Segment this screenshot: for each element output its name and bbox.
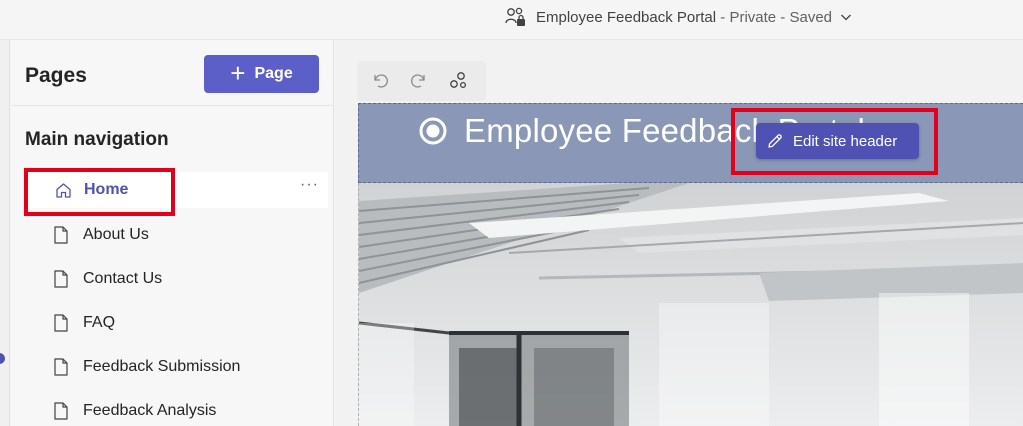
nav-item-faq[interactable]: FAQ xyxy=(25,305,328,341)
edit-site-header-label: Edit site header xyxy=(793,132,898,150)
nav-item-label: Feedback Submission xyxy=(83,358,241,375)
plus-icon: + xyxy=(230,58,246,88)
document-icon xyxy=(54,402,68,420)
nav-item-feedback-submission[interactable]: Feedback Submission xyxy=(25,349,328,385)
edit-toolbar xyxy=(357,61,486,101)
nav-item-label: About Us xyxy=(83,226,149,243)
undo-icon xyxy=(374,74,389,88)
site-name: Employee Feedback Portal xyxy=(536,8,717,26)
redo-button[interactable] xyxy=(407,69,431,93)
title-separator: - xyxy=(716,8,730,26)
title-separator-2: - xyxy=(776,8,790,26)
rail-indicator-dot[interactable] xyxy=(0,353,5,364)
save-status: Saved xyxy=(789,8,833,26)
office-photo xyxy=(359,183,1023,426)
pencil-icon xyxy=(768,134,782,148)
site-page-preview: Employee Feedback Portal Edit site heade… xyxy=(358,103,1023,426)
nav-item-contact-us[interactable]: Contact Us xyxy=(25,261,328,297)
site-logo-icon xyxy=(419,117,447,145)
edit-site-header-button[interactable]: Edit site header xyxy=(756,123,919,159)
nav-item-label: Home xyxy=(84,181,129,198)
pages-title: Pages xyxy=(25,64,87,87)
more-options-icon[interactable]: ··· xyxy=(300,176,319,194)
privacy-label: Private xyxy=(729,8,777,26)
nav-item-label: Feedback Analysis xyxy=(83,402,217,419)
add-page-label: Page xyxy=(254,65,293,82)
nav-item-home[interactable]: Home ··· xyxy=(25,172,328,208)
document-icon xyxy=(54,314,68,332)
nav-item-label: FAQ xyxy=(83,314,116,331)
people-lock-icon xyxy=(505,7,525,26)
main-navigation-heading: Main navigation xyxy=(25,129,169,150)
page-canvas: Employee Feedback Portal Edit site heade… xyxy=(335,40,1023,426)
chevron-down-icon[interactable] xyxy=(840,11,852,23)
undo-button[interactable] xyxy=(368,69,392,93)
home-icon xyxy=(56,182,71,198)
site-title-menu[interactable]: Employee Feedback Portal - Private - Sav… xyxy=(505,5,852,29)
add-page-button[interactable]: + Page xyxy=(204,55,319,93)
top-bar: Employee Feedback Portal - Private - Sav… xyxy=(0,0,1023,40)
left-rail xyxy=(0,40,10,426)
nav-item-feedback-analysis[interactable]: Feedback Analysis xyxy=(25,393,328,426)
hero-image xyxy=(358,183,1023,426)
nav-item-label: Contact Us xyxy=(83,270,163,287)
share-icon xyxy=(449,72,466,89)
document-icon xyxy=(54,270,68,288)
share-button[interactable] xyxy=(447,69,471,93)
site-header[interactable]: Employee Feedback Portal Edit site heade… xyxy=(358,103,1023,183)
nav-item-about-us[interactable]: About Us xyxy=(25,217,328,253)
document-icon xyxy=(54,226,68,244)
pages-panel: Pages + Page Main navigation Home ··· Ab… xyxy=(11,40,334,426)
document-icon xyxy=(54,358,68,376)
redo-icon xyxy=(411,74,426,88)
pages-panel-header: Pages + Page xyxy=(11,40,334,106)
